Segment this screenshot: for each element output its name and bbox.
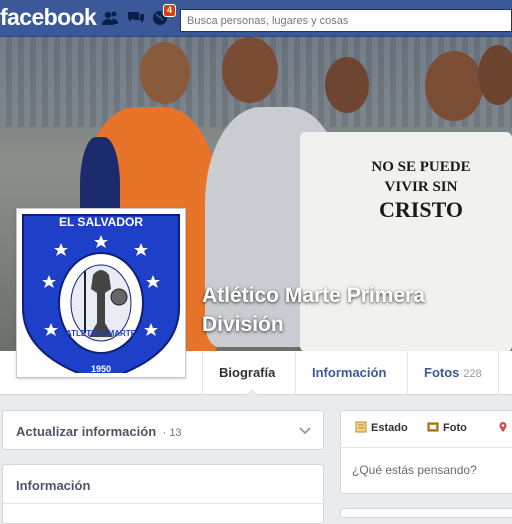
chevron-down-icon[interactable] — [299, 427, 311, 435]
composer-tab-estado-label: Estado — [371, 422, 408, 434]
crest-year-text: 1950 — [90, 364, 112, 373]
update-info-header: Actualizar información · 13 — [16, 423, 182, 441]
tab-informacion[interactable]: Información — [295, 351, 402, 395]
messages-icon[interactable] — [127, 10, 145, 26]
update-info-count: · 13 — [162, 427, 182, 439]
tab-biografia[interactable]: Biografía — [202, 351, 291, 396]
page-title: Atlético Marte Primera División — [202, 284, 425, 336]
composer-divider — [341, 447, 512, 448]
next-panel-edge — [340, 508, 512, 518]
shirt-slogan: NO SE PUEDE VIVIR SIN CRISTO — [326, 157, 512, 223]
pencil-note-icon — [355, 421, 367, 433]
shirt-line-1: NO SE PUEDE — [371, 159, 471, 175]
search-box[interactable] — [180, 9, 512, 32]
tab-biografia-label: Biografía — [219, 365, 276, 380]
crest-shield-icon — [22, 214, 180, 373]
tab-fotos[interactable]: Fotos 228 — [407, 351, 498, 395]
profile-picture[interactable]: EL SALVADOR ATLETICO MARTE 1950 — [16, 208, 186, 378]
divider — [3, 503, 323, 504]
location-pin-icon — [499, 422, 507, 432]
player-head — [140, 42, 190, 104]
composer-input[interactable]: ¿Qué estás pensando? — [352, 463, 477, 477]
composer-tab-foto-label: Foto — [443, 422, 467, 434]
friend-requests-icon[interactable] — [101, 10, 119, 26]
tab-fotos-label: Fotos — [424, 365, 460, 380]
shirt-line-3: CRISTO — [379, 197, 463, 222]
top-navigation-bar: facebook 4 — [0, 0, 512, 37]
update-info-panel[interactable]: Actualizar información · 13 — [2, 410, 324, 450]
update-info-label: Actualizar información — [16, 424, 157, 439]
crest-top-text: EL SALVADOR — [58, 215, 143, 229]
tab-more[interactable] — [498, 351, 512, 395]
club-crest: EL SALVADOR ATLETICO MARTE 1950 — [21, 213, 181, 373]
composer-tab-lugar[interactable]: L — [497, 421, 512, 434]
notification-count-badge: 4 — [163, 4, 177, 17]
background-person-head — [325, 57, 369, 113]
info-panel-title: Información — [16, 478, 91, 493]
tab-informacion-label: Información — [312, 365, 387, 380]
coach-head — [222, 37, 278, 103]
active-tab-indicator — [245, 389, 260, 396]
status-composer: Estado Foto L ¿Qué estás pensando? — [340, 410, 512, 494]
search-input[interactable] — [181, 10, 511, 31]
info-panel: Información — [2, 464, 324, 524]
composer-tab-foto[interactable]: Foto — [427, 421, 467, 434]
facebook-logo[interactable]: facebook — [0, 4, 97, 31]
shirt-line-2: VIVIR SIN — [384, 179, 458, 195]
tab-fotos-count: 228 — [463, 368, 482, 380]
edge-person-head — [478, 45, 512, 105]
photo-icon — [427, 422, 439, 432]
fan-head — [425, 51, 483, 121]
crest-ring-text: ATLETICO MARTE — [65, 329, 137, 338]
composer-tab-estado[interactable]: Estado — [355, 421, 408, 434]
